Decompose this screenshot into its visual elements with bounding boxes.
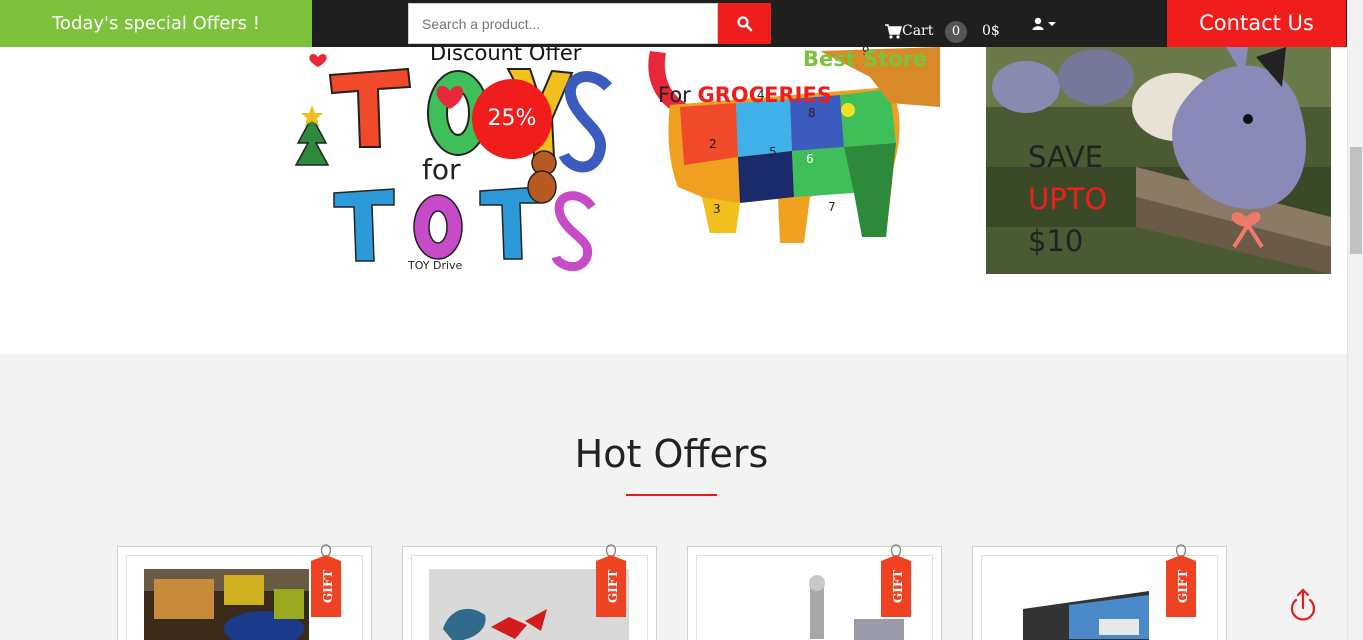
gift-label: GIFT (1176, 570, 1190, 603)
amount-line: $10 (1028, 224, 1084, 258)
cart-total: 0$ (982, 23, 1000, 39)
user-icon (1032, 17, 1044, 30)
title-underline (626, 494, 717, 496)
page-scrollbar[interactable] (1347, 0, 1363, 640)
search-button[interactable] (718, 3, 771, 44)
gift-tag-icon: GIFT (881, 544, 911, 617)
search-icon (736, 15, 752, 31)
gift-label: GIFT (891, 570, 905, 603)
svg-text:6: 6 (806, 152, 814, 166)
svg-text:7: 7 (828, 200, 836, 214)
svg-text:for: for (422, 153, 461, 186)
cart-icon (885, 24, 902, 39)
caret-down-icon (1048, 22, 1056, 26)
svg-text:8: 8 (808, 106, 816, 120)
gift-tag-icon: GIFT (311, 544, 341, 617)
save-line: SAVE (1028, 140, 1104, 174)
cart-link[interactable]: Cart (884, 20, 933, 42)
cart-count-badge: 0 (945, 21, 967, 43)
puzzle-dog-illustration: 2 5 6 7 3 4 8 9 (640, 47, 950, 275)
product-card[interactable]: GIFT (972, 544, 1227, 640)
discount-badge: 25% (472, 79, 552, 159)
svg-text:3: 3 (713, 202, 721, 216)
groceries-text: GROCERIES (697, 83, 832, 107)
hot-offers-title: Hot Offers (574, 432, 769, 476)
product-card[interactable]: GIFT (402, 544, 657, 640)
gift-label: GIFT (321, 570, 335, 603)
special-offers-label[interactable]: Today's special Offers ! (0, 0, 312, 47)
save-upto-text: SAVE UPTO $10 (1028, 136, 1107, 262)
banner-section: for TOY Drive 2 5 6 7 3 4 8 9 Discount O… (0, 0, 1347, 354)
toys-for-tots-illustration: for TOY Drive (290, 47, 620, 275)
search-input[interactable] (408, 3, 718, 44)
gift-label: GIFT (606, 570, 620, 603)
top-navbar: Today's special Offers ! Cart 0 0$ Conta… (0, 0, 1347, 47)
scrollbar-thumb[interactable] (1350, 147, 1362, 254)
cart-label: Cart (902, 23, 934, 39)
scroll-top-button[interactable] (1288, 586, 1318, 622)
groceries-banner[interactable]: 2 5 6 7 3 4 8 9 (640, 47, 950, 275)
best-store-label: Best Store (803, 47, 928, 71)
product-image (144, 569, 309, 640)
svg-text:2: 2 (709, 137, 717, 151)
for-groceries-label: For GROCERIES (658, 83, 832, 107)
gift-tag-icon: GIFT (1166, 544, 1196, 617)
upto-line: UPTO (1028, 182, 1108, 216)
toys-for-tots-banner[interactable]: for TOY Drive (290, 47, 620, 275)
product-card[interactable]: GIFT (117, 544, 372, 640)
product-card[interactable]: GIFT (687, 544, 942, 640)
user-menu-toggle[interactable] (1032, 17, 1056, 31)
contact-us-button[interactable]: Contact Us (1167, 0, 1346, 47)
scroll-top-icon (1290, 588, 1316, 621)
for-text: For (658, 83, 691, 107)
toy-drive-text: TOY Drive (407, 259, 463, 272)
svg-text:5: 5 (769, 145, 777, 159)
gift-tag-icon: GIFT (596, 544, 626, 617)
